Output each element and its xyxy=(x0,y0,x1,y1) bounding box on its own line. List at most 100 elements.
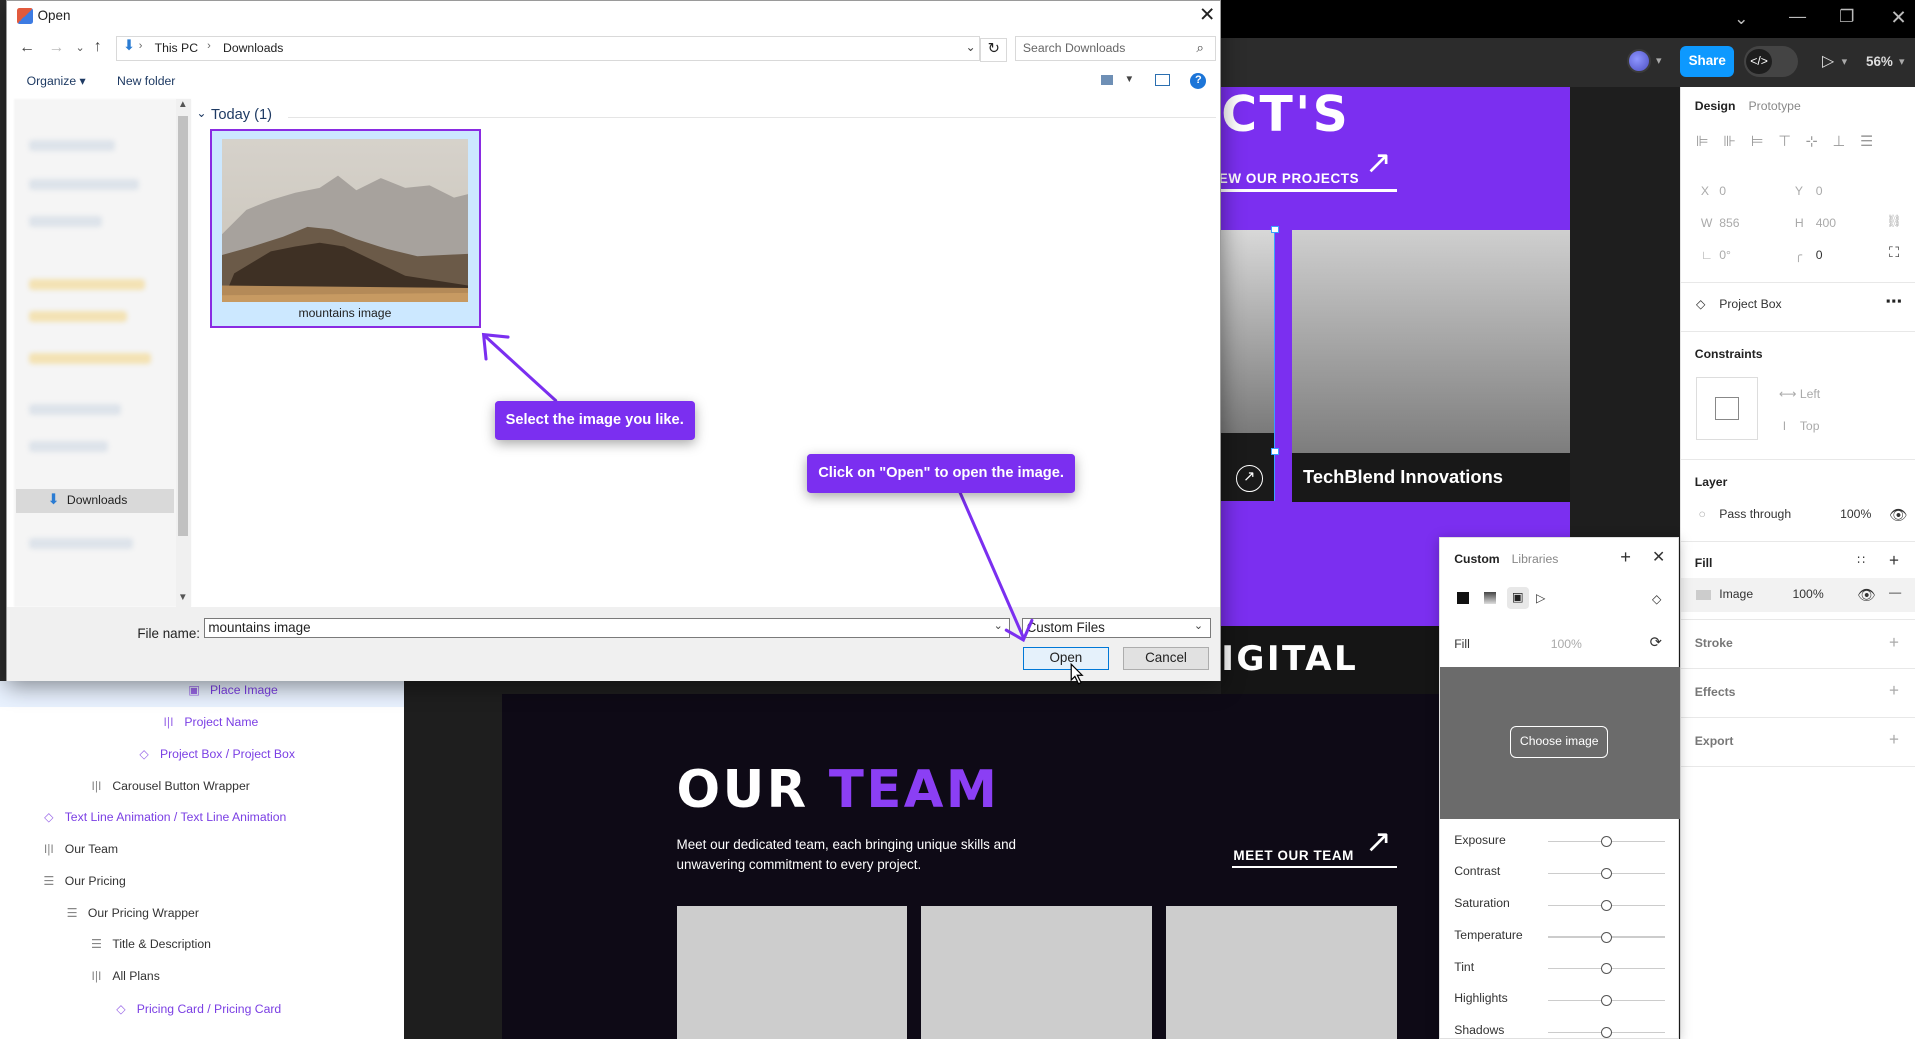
w-field[interactable]: 856 xyxy=(1719,216,1739,230)
link-icon[interactable]: ⛓ xyxy=(1887,214,1903,228)
add-icon[interactable]: + xyxy=(1620,546,1631,568)
add-export-icon[interactable]: + xyxy=(1889,730,1899,750)
tab-prototype[interactable]: Prototype xyxy=(1749,99,1801,113)
auto-layout-vertical-icon: ☰ xyxy=(43,873,55,888)
close-icon[interactable]: ✕ xyxy=(1652,547,1665,567)
arrow-up-right-icon: ↗ xyxy=(1365,823,1392,860)
layer-item[interactable]: ◇ Project Box / Project Box xyxy=(136,739,295,771)
auto-layout-vertical-icon: ☰ xyxy=(66,905,78,920)
horizontal-constraint-select[interactable]: Left xyxy=(1800,387,1820,401)
project-caption: TechBlend Innovations xyxy=(1292,453,1571,502)
divider xyxy=(1681,667,1915,670)
layers-panel: ▣ Place Image I|I Project Name ◇ Project Bo… xyxy=(0,681,405,1039)
chevron-down-icon[interactable]: ▾ xyxy=(1656,54,1662,67)
constraints-widget[interactable] xyxy=(1696,377,1759,440)
team-description-line: Meet our dedicated team, each bringing u… xyxy=(676,837,1017,853)
project-card-selected[interactable]: ↗ xyxy=(1221,229,1275,501)
auto-layout-icon: I|I xyxy=(91,969,102,984)
rotation-icon: ∟ xyxy=(1700,247,1713,262)
layer-item[interactable]: I|I Carousel Button Wrapper xyxy=(88,771,249,803)
vertical-constraint-select[interactable]: Top xyxy=(1800,419,1820,433)
layer-item[interactable]: I|I Our Team xyxy=(40,834,118,866)
y-label: Y xyxy=(1794,184,1804,199)
divider xyxy=(1681,459,1915,461)
digital-text: IGITAL xyxy=(1221,638,1359,679)
blend-mode-select[interactable]: Pass through xyxy=(1719,507,1791,521)
h-field[interactable]: 400 xyxy=(1816,216,1836,230)
chevron-down-icon[interactable]: ▾ xyxy=(1899,55,1905,68)
layer-item[interactable]: I|I Project Name xyxy=(160,707,259,739)
blend-icon[interactable]: ◇ xyxy=(1652,592,1661,606)
shadows-slider[interactable]: Shadows xyxy=(1454,1023,1668,1039)
add-effect-icon[interactable]: + xyxy=(1889,681,1899,701)
layer-item[interactable]: ☰ Title & Description xyxy=(88,929,211,961)
fill-type[interactable]: Image xyxy=(1719,587,1753,601)
team-heading: OUR TEAM xyxy=(677,760,1000,821)
mouse-cursor-icon xyxy=(1070,663,1084,685)
restore-icon[interactable]: ❐ xyxy=(1839,7,1854,27)
arrow-up-right-icon: ↗ xyxy=(1235,465,1263,493)
rotation-field[interactable]: 0° xyxy=(1719,248,1731,262)
minimize-icon[interactable]: — xyxy=(1789,7,1806,27)
tab-design[interactable]: Design xyxy=(1695,99,1736,113)
layer-opacity[interactable]: 100% xyxy=(1840,507,1871,521)
divider xyxy=(1681,330,1915,333)
add-fill-icon[interactable]: + xyxy=(1889,551,1899,571)
video-fill-icon[interactable]: ▷ xyxy=(1536,591,1545,605)
component-icon: ◇ xyxy=(44,810,54,825)
solid-fill-icon[interactable] xyxy=(1456,592,1469,605)
dev-mode-toggle[interactable]: </> xyxy=(1743,46,1798,77)
fill-opacity[interactable]: 100% xyxy=(1792,587,1823,601)
styles-icon[interactable]: ∷ xyxy=(1857,553,1865,567)
alignment-icons[interactable]: ⊫⊪⊨⊤⊹⊥☰ xyxy=(1696,133,1888,150)
chevron-down-icon[interactable]: ⌄ xyxy=(1734,9,1748,29)
saturation-slider[interactable]: Saturation xyxy=(1454,896,1668,916)
more-icon[interactable]: ⋯ xyxy=(1885,292,1902,312)
exposure-slider[interactable]: Exposure xyxy=(1454,833,1668,853)
add-stroke-icon[interactable]: + xyxy=(1889,633,1899,653)
zoom-level[interactable]: 56% xyxy=(1866,54,1893,69)
eye-icon[interactable]: 👁 xyxy=(1889,506,1908,524)
avatar[interactable] xyxy=(1626,48,1652,74)
gradient-fill-icon[interactable] xyxy=(1483,592,1496,605)
team-description-line: unwavering commitment to every project. xyxy=(676,856,922,872)
highlights-slider[interactable]: Highlights xyxy=(1454,991,1668,1011)
fill-percent[interactable]: 100% xyxy=(1551,637,1582,651)
x-field[interactable]: 0 xyxy=(1719,184,1726,198)
divider xyxy=(1681,282,1915,284)
layer-item[interactable]: ☰ Our Pricing Wrapper xyxy=(64,898,199,930)
layer-item[interactable]: ◇ Pricing Card / Pricing Card xyxy=(112,994,281,1026)
contrast-slider[interactable]: Contrast xyxy=(1454,864,1668,884)
temperature-slider[interactable]: Temperature xyxy=(1454,928,1668,948)
layer-item[interactable]: ☰ Our Pricing xyxy=(40,866,125,898)
selection-handle[interactable] xyxy=(1271,448,1279,456)
fill-heading: Fill xyxy=(1694,555,1713,570)
y-field[interactable]: 0 xyxy=(1816,184,1823,198)
share-button[interactable]: Share xyxy=(1680,46,1735,77)
chevron-down-icon[interactable]: ▾ xyxy=(1842,55,1848,68)
close-window-icon[interactable]: ✕ xyxy=(1890,6,1906,30)
remove-fill-icon[interactable]: — xyxy=(1889,585,1901,599)
tab-libraries[interactable]: Libraries xyxy=(1512,552,1559,566)
image-thumb-icon xyxy=(1696,589,1711,600)
rotate-icon[interactable]: ⟳ xyxy=(1650,634,1662,651)
selection-handle[interactable] xyxy=(1271,225,1279,234)
play-icon[interactable]: ▷ xyxy=(1822,51,1834,71)
team-description: Meet our dedicated team, each bringing u… xyxy=(677,835,1017,874)
layer-item[interactable]: I|I All Plans xyxy=(88,961,159,993)
design-panel: Design Prototype ⊫⊪⊨⊤⊹⊥☰ X 0 Y 0 W 856 H… xyxy=(1680,86,1915,1039)
tab-custom[interactable]: Custom xyxy=(1454,552,1499,566)
resize-icon[interactable]: ⛶ xyxy=(1889,245,1899,261)
choose-image-button[interactable]: Choose image xyxy=(1510,726,1609,759)
w-label: W xyxy=(1700,216,1713,231)
fill-mode-select[interactable]: Fill xyxy=(1454,637,1470,651)
layer-item[interactable]: ◇ Text Line Animation / Text Line Animati… xyxy=(40,802,286,834)
team-card xyxy=(676,906,908,1039)
radius-field[interactable]: 0 xyxy=(1816,248,1823,262)
tint-slider[interactable]: Tint xyxy=(1454,960,1668,980)
vertical-constraint-icon: I xyxy=(1782,418,1787,433)
image-fill-icon[interactable]: ▣ xyxy=(1506,587,1529,610)
image-preview: Choose image xyxy=(1439,666,1681,820)
text-layer-icon: I|I xyxy=(163,715,174,730)
eye-icon[interactable]: 👁 xyxy=(1857,586,1876,604)
